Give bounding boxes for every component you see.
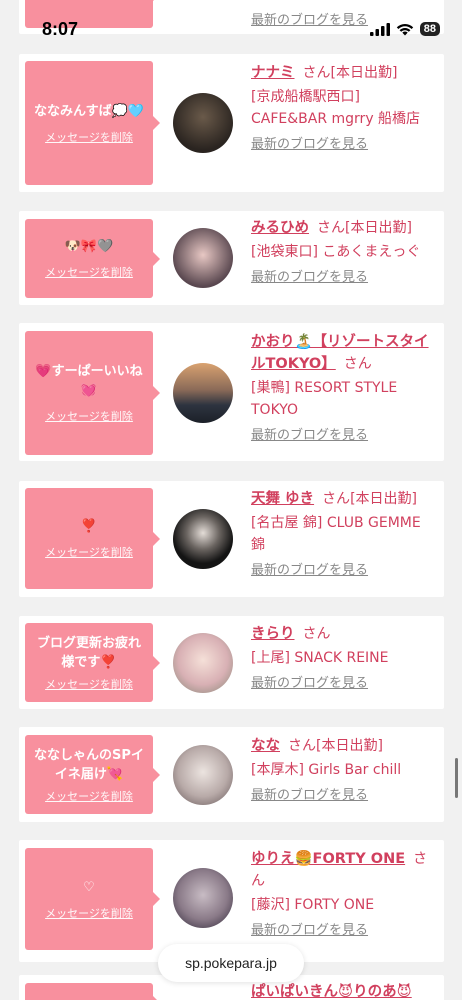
shop-name: [上尾] SNACK REINE (251, 650, 389, 666)
delete-message-link[interactable]: メッセージを削除 (45, 264, 133, 280)
battery-indicator: 88 (419, 22, 440, 36)
delete-message-link[interactable]: メッセージを削除 (45, 129, 133, 145)
list-item: 🐶🎀🩶 メッセージを削除 みるひめ さん[本日出勤] [池袋東口] こあくまえっぐ… (19, 211, 444, 305)
message-bubble: ななしゃんのSPイイネ届け💘 メッセージを削除 (25, 735, 160, 814)
message-text: ♡ (83, 879, 95, 895)
wifi-icon (396, 23, 413, 35)
shop-name: [本厚木] Girls Bar chill (251, 762, 402, 778)
avatar[interactable] (173, 745, 233, 805)
message-bubble (25, 983, 160, 1000)
shop-name: [名古屋 錦] CLUB GEMME 錦 (251, 515, 421, 553)
attendance-status: [本日出勤] (350, 491, 417, 507)
address-bar[interactable]: sp.pokepara.jp (158, 944, 304, 982)
status-bar: 8:07 88 (0, 0, 462, 44)
blog-link[interactable]: 最新のブログを見る (251, 269, 439, 287)
message-bubble: ななみんすば💭🩵 メッセージを削除 (25, 61, 160, 185)
cast-name-link[interactable]: きらり (251, 626, 295, 642)
avatar[interactable] (173, 868, 233, 928)
cast-name-link[interactable]: かおり🏝️【リゾートスタイルTOKYO】 (251, 334, 429, 372)
cast-name-link[interactable]: ナナミ (251, 65, 295, 81)
avatar[interactable] (173, 93, 233, 153)
delete-message-link[interactable]: メッセージを削除 (45, 676, 133, 692)
status-time: 8:07 (42, 18, 79, 39)
honorific: さん (317, 220, 345, 236)
list-item: ななしゃんのSPイイネ届け💘 メッセージを削除 なな さん[本日出勤] [本厚木]… (19, 727, 444, 822)
shop-name: [池袋東口] こあくまえっぐ (251, 244, 421, 260)
shop-name: [巣鴨] RESORT STYLE TOKYO (251, 380, 398, 418)
message-bubble: ブログ更新お疲れ様です❣️ メッセージを削除 (25, 623, 160, 702)
blog-link[interactable]: 最新のブログを見る (251, 922, 439, 940)
shop-name: [藤沢] FORTY ONE (251, 897, 375, 913)
shop-name: [京成船橋駅西口] CAFE&BAR mgrry 船橋店 (251, 89, 421, 127)
blog-link[interactable]: 最新のブログを見る (251, 675, 439, 693)
status-icons: 88 (369, 22, 440, 36)
list-item: ❣️ メッセージを削除 天舞 ゆき さん[本日出勤] [名古屋 錦] CLUB G… (19, 481, 444, 597)
url-text: sp.pokepara.jp (185, 955, 277, 971)
blog-link[interactable]: 最新のブログを見る (251, 427, 439, 445)
message-bubble: 🐶🎀🩶 メッセージを削除 (25, 219, 160, 298)
avatar[interactable] (173, 228, 233, 288)
delete-message-link[interactable]: メッセージを削除 (45, 905, 133, 921)
cellular-signal-icon (369, 22, 390, 36)
message-bubble: ❣️ メッセージを削除 (25, 488, 160, 589)
honorific: さん (288, 738, 316, 754)
message-bubble: ♡ メッセージを削除 (25, 848, 160, 950)
honorific: さん (322, 491, 351, 507)
blog-link[interactable]: 最新のブログを見る (251, 787, 439, 805)
avatar[interactable] (173, 363, 233, 423)
list-item: 💗すーぱーいいね💓 メッセージを削除 かおり🏝️【リゾートスタイルTOKYO】さ… (19, 323, 444, 461)
page: 8:07 88 最新のブログを見る ななみんすば💭🩵 メッセージを削除 ナナミ … (0, 0, 462, 1000)
message-text: ななみんすば💭🩵 (33, 103, 145, 119)
delete-message-link[interactable]: メッセージを削除 (45, 408, 133, 424)
scrollbar[interactable] (455, 758, 458, 798)
message-text: ブログ更新お疲れ様です❣️ (36, 635, 141, 670)
blog-link[interactable]: 最新のブログを見る (251, 562, 439, 580)
honorific: さん (302, 65, 331, 81)
cast-name-link[interactable]: ぱいぱいきん😈りのあ😈 (251, 984, 412, 1000)
honorific: さん (302, 626, 331, 642)
message-bubble: 💗すーぱーいいね💓 メッセージを削除 (25, 331, 160, 455)
honorific: さん (343, 356, 372, 372)
avatar[interactable] (173, 509, 233, 569)
attendance-status: [本日出勤] (316, 738, 383, 754)
cast-name-link[interactable]: みるひめ (251, 220, 309, 236)
cast-name-link[interactable]: ゆりえ🍔FORTY ONE (251, 851, 405, 867)
attendance-status: [本日出勤] (330, 65, 398, 81)
delete-message-link[interactable]: メッセージを削除 (45, 788, 133, 804)
cast-name-link[interactable]: なな (251, 738, 280, 754)
delete-message-link[interactable]: メッセージを削除 (45, 544, 133, 560)
list-item: ブログ更新お疲れ様です❣️ メッセージを削除 きらり さん [上尾] SNACK … (19, 616, 444, 709)
message-text: 🐶🎀🩶 (64, 239, 114, 254)
message-text: 💗すーぱーいいね💓 (35, 364, 143, 398)
attendance-status: [本日出勤] (345, 220, 412, 236)
message-text: ❣️ (80, 519, 98, 534)
message-text: ななしゃんのSPイイネ届け💘 (34, 747, 144, 782)
list-item: ななみんすば💭🩵 メッセージを削除 ナナミ さん[本日出勤] [京成船橋駅西口] … (19, 54, 444, 192)
avatar[interactable] (173, 633, 233, 693)
blog-link[interactable]: 最新のブログを見る (251, 136, 439, 154)
cast-name-link[interactable]: 天舞 ゆき (251, 491, 314, 507)
